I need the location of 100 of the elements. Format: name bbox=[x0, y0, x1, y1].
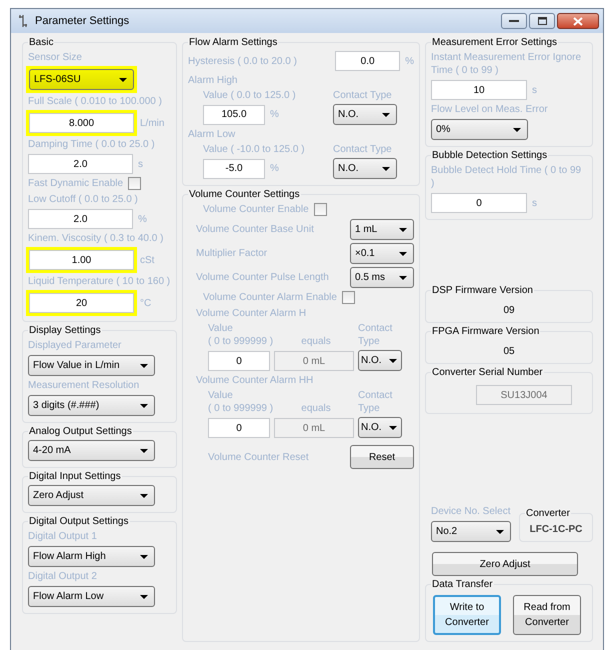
field-label: Volume Counter Reset bbox=[208, 450, 309, 464]
window-title: Parameter Settings bbox=[35, 15, 130, 27]
field-label: Value ( 0 to 999999 ) bbox=[208, 389, 274, 415]
readonly-field[interactable]: 0 mL bbox=[274, 351, 354, 371]
group-title: Measurement Error Settings bbox=[431, 36, 558, 49]
dropdown[interactable]: 4-20 mA bbox=[28, 440, 155, 461]
version-value: 05 bbox=[502, 345, 516, 357]
transfer-button[interactable]: Read from Converter bbox=[513, 595, 581, 635]
field-label: Contact Type bbox=[358, 389, 394, 415]
field-label: Displayed Parameter bbox=[28, 339, 122, 352]
dropdown[interactable]: N.O. bbox=[358, 350, 402, 371]
input-field[interactable]: -5.0 bbox=[203, 158, 265, 178]
unit-label: % bbox=[405, 56, 414, 66]
input-field[interactable]: 0 bbox=[208, 351, 270, 371]
maximize-button[interactable] bbox=[529, 13, 555, 29]
input-field[interactable]: 0 bbox=[208, 418, 270, 438]
unit-label: s bbox=[532, 84, 537, 96]
readonly-field[interactable]: 0 mL bbox=[274, 418, 354, 438]
field-label: Full Scale ( 0.010 to 100.000 ) bbox=[28, 95, 163, 108]
close-button[interactable] bbox=[557, 13, 599, 29]
field-label: Value ( 0 to 999999 ) bbox=[208, 322, 274, 348]
section-label: Alarm High bbox=[188, 74, 238, 87]
caret-icon bbox=[382, 112, 390, 116]
checkbox[interactable] bbox=[314, 203, 327, 216]
dropdown[interactable]: ×0.1 bbox=[350, 243, 414, 264]
group-title: Analog Output Settings bbox=[28, 425, 133, 438]
dropdown[interactable]: No.2 bbox=[431, 521, 511, 542]
unit-label: % bbox=[270, 163, 279, 174]
dropdown[interactable]: LFS-06SU bbox=[29, 69, 134, 90]
input-field[interactable]: 105.0 bbox=[203, 104, 265, 124]
field-label: Measurement Resolution bbox=[28, 379, 140, 392]
caret-icon bbox=[140, 448, 148, 452]
caret-icon bbox=[140, 554, 148, 558]
dropdown[interactable]: Flow Alarm High bbox=[28, 546, 155, 567]
field-label: Contact Type bbox=[333, 89, 393, 102]
caret-icon bbox=[496, 530, 504, 534]
unit-label: cSt bbox=[140, 254, 154, 266]
dropdown[interactable]: Flow Alarm Low bbox=[28, 586, 155, 607]
minimize-button[interactable] bbox=[501, 13, 527, 29]
unit-label: % bbox=[138, 214, 147, 224]
caret-icon bbox=[140, 594, 148, 598]
section-label: Volume Counter Alarm HH bbox=[196, 374, 314, 387]
unit-label: s bbox=[138, 158, 143, 170]
section-label: Alarm Low bbox=[188, 128, 236, 141]
input-field[interactable]: 10 bbox=[431, 80, 527, 100]
field-label: equals bbox=[300, 335, 332, 348]
field-label: Contact Type bbox=[358, 322, 394, 348]
field-label: Value ( 0.0 to 125.0 ) bbox=[203, 89, 297, 102]
dropdown[interactable]: 0% bbox=[431, 119, 528, 140]
unit-label: °C bbox=[140, 298, 152, 308]
dropdown[interactable]: N.O. bbox=[333, 104, 397, 125]
transfer-button[interactable]: Write to Converter bbox=[433, 595, 501, 635]
field-label: Instant Measurement Error Ignore Time ( 0 to 99 ) bbox=[431, 51, 582, 77]
dropdown[interactable]: Flow Value in L/min bbox=[28, 355, 155, 376]
field-label: Liquid Temperature ( 10 to 160 ) bbox=[28, 275, 171, 288]
unit-label: % bbox=[270, 109, 279, 120]
group-title: Digital Output Settings bbox=[28, 515, 130, 528]
group-title: Digital Input Settings bbox=[28, 470, 122, 483]
dropdown[interactable]: N.O. bbox=[358, 417, 402, 438]
dropdown[interactable]: 0.5 ms bbox=[350, 267, 414, 288]
dropdown[interactable]: 1 mL bbox=[350, 219, 414, 240]
zero-adjust-button[interactable]: Zero Adjust bbox=[432, 552, 578, 576]
readonly-field[interactable]: SU13J004 bbox=[476, 385, 572, 405]
field-label: Volume Counter Base Unit bbox=[196, 223, 314, 236]
field-label: Hysteresis ( 0.0 to 20.0 ) bbox=[188, 54, 297, 68]
reset-button[interactable]: Reset bbox=[350, 445, 414, 469]
input-field[interactable]: 8.000 bbox=[29, 113, 134, 133]
checkbox[interactable] bbox=[342, 291, 355, 304]
dropdown[interactable]: Zero Adjust bbox=[28, 485, 155, 506]
caret-icon bbox=[399, 276, 407, 280]
minimize-icon bbox=[509, 19, 519, 23]
field-label: Value ( -10.0 to 125.0 ) bbox=[203, 143, 306, 156]
field-label: Digital Output 1 bbox=[28, 530, 98, 543]
unit-label: s bbox=[532, 198, 537, 208]
field-label: Digital Output 2 bbox=[28, 570, 98, 583]
input-field[interactable]: 20 bbox=[29, 293, 134, 313]
field-label: Flow Level on Meas. Error bbox=[431, 103, 549, 116]
unit-label: L/min bbox=[140, 118, 164, 128]
input-field[interactable]: 2.0 bbox=[28, 209, 133, 229]
checkbox-label: Volume Counter Alarm Enable bbox=[203, 291, 337, 304]
field-label: Damping Time ( 0.0 to 25.0 ) bbox=[28, 138, 156, 151]
input-field[interactable]: 1.00 bbox=[29, 250, 134, 270]
caret-icon bbox=[140, 404, 148, 408]
field-label: Kinem. Viscosity ( 0.3 to 40.0 ) bbox=[28, 232, 164, 245]
dropdown[interactable]: N.O. bbox=[333, 158, 397, 179]
caret-icon bbox=[389, 358, 397, 362]
checkbox[interactable] bbox=[128, 177, 142, 190]
field-label: Contact Type bbox=[333, 143, 393, 156]
close-icon bbox=[573, 16, 583, 26]
caret-icon bbox=[140, 364, 148, 368]
input-field[interactable]: 2.0 bbox=[28, 154, 133, 174]
group-title: Flow Alarm Settings bbox=[188, 36, 278, 49]
field-label: Bubble Detect Hold Time ( 0 to 99 ) bbox=[431, 164, 582, 190]
field-label: Sensor Size bbox=[28, 51, 83, 64]
input-field[interactable]: 0 bbox=[431, 193, 527, 213]
version-value: 09 bbox=[502, 304, 516, 316]
group-title: Volume Counter Settings bbox=[188, 188, 301, 201]
dropdown[interactable]: 3 digits (#.###) bbox=[28, 395, 155, 416]
group-title: Bubble Detection Settings bbox=[431, 149, 548, 162]
input-field[interactable]: 0.0 bbox=[335, 51, 400, 71]
